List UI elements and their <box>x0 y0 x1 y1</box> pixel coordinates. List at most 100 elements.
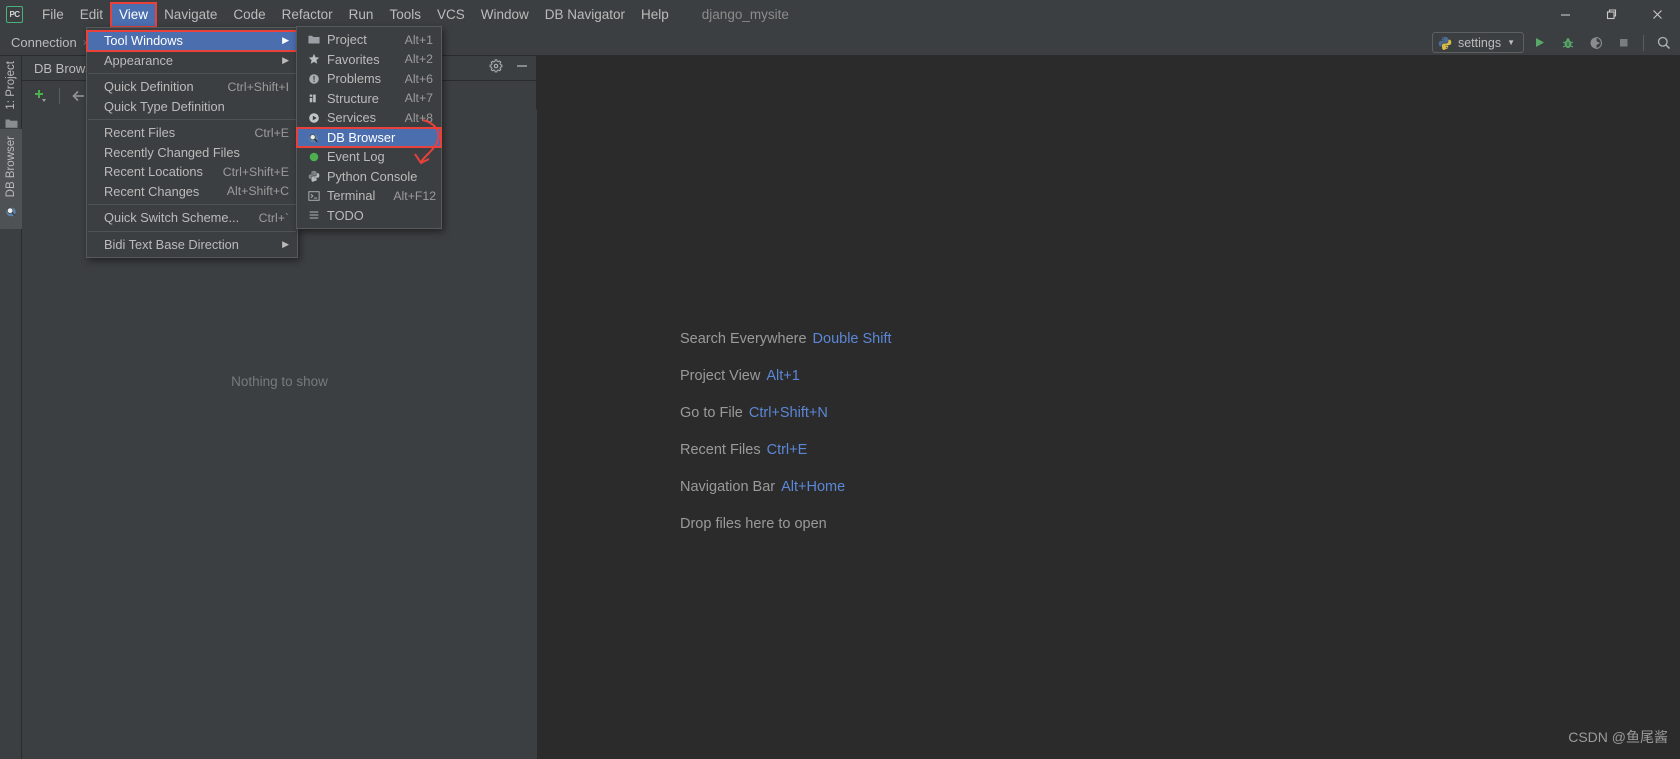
watermark-label: CSDN @鱼尾酱 <box>1568 729 1668 745</box>
settings-gear-icon[interactable] <box>489 59 503 78</box>
services-icon <box>306 111 321 125</box>
menubar-item-code[interactable]: Code <box>225 3 273 27</box>
menu-item-recent-changes[interactable]: Recent Changes Alt+Shift+C <box>87 182 297 202</box>
menubar-item-run[interactable]: Run <box>341 3 382 27</box>
chevron-right-icon: ▶ <box>282 54 289 65</box>
tool-window-item-python-console[interactable]: Python Console <box>297 167 441 187</box>
tool-window-item-structure[interactable]: Structure Alt+7 <box>297 89 441 109</box>
main-toolbar: settings ▼ <box>1431 29 1676 56</box>
menubar-item-edit[interactable]: Edit <box>72 3 111 27</box>
hide-icon[interactable] <box>515 59 529 78</box>
sidebar-item-db-browser[interactable]: DB Browser <box>0 129 22 230</box>
menu-item-tool-windows[interactable]: Tool Windows ▶ <box>86 30 298 52</box>
coverage-button[interactable] <box>1583 31 1608 54</box>
sidebar-item-project[interactable]: 1: Project <box>0 58 22 134</box>
tool-windows-submenu: Project Alt+1 Favorites Alt+2 Problems Alt+6 S… <box>296 26 442 229</box>
tool-window-item-event-log[interactable]: Event Log <box>297 147 441 167</box>
menubar-item-window[interactable]: Window <box>473 3 537 27</box>
empty-state-label: Nothing to show <box>231 374 328 389</box>
menu-item-label: Recent Changes <box>104 183 200 199</box>
tool-window-item-project[interactable]: Project Alt+1 <box>297 30 441 50</box>
menu-item-shortcut: Ctrl+Shift+I <box>227 79 289 94</box>
menubar-item-view[interactable]: View <box>110 1 158 28</box>
title-bar: PC File Edit View Navigate Code Refactor Run To… <box>0 0 1680 29</box>
maximize-icon[interactable] <box>1588 0 1634 29</box>
breadcrumb-item[interactable]: Connection <box>11 35 77 50</box>
menu-item-label: Recent Files <box>104 125 176 141</box>
close-icon[interactable] <box>1634 0 1680 29</box>
tool-window-item-label: DB Browser <box>327 129 396 145</box>
db-browser-icon <box>4 204 18 223</box>
stop-button[interactable] <box>1611 31 1636 54</box>
menubar-item-refactor[interactable]: Refactor <box>274 3 341 27</box>
tool-window-item-label: Favorites <box>327 51 380 67</box>
chevron-right-icon: ▶ <box>282 35 289 46</box>
menubar-item-navigate[interactable]: Navigate <box>156 3 225 27</box>
run-configuration-selector[interactable]: settings ▼ <box>1431 32 1524 53</box>
menu-item-shortcut: Alt+Shift+C <box>226 184 289 199</box>
editor-tip-shortcut: Ctrl+Shift+N <box>748 405 828 421</box>
minimize-icon[interactable] <box>1542 0 1588 29</box>
python-icon <box>1438 36 1452 50</box>
menu-item-recently-changed-files[interactable]: Recently Changed Files <box>87 143 297 163</box>
tool-window-item-label: Terminal <box>327 188 376 204</box>
terminal-icon <box>306 189 321 203</box>
menubar-item-file[interactable]: File <box>34 3 72 27</box>
add-icon[interactable] <box>28 84 53 107</box>
editor-tip-label: Drop files here to open <box>680 516 827 532</box>
tool-window-item-db-browser[interactable]: DB Browser <box>296 126 442 148</box>
tool-window-item-label: Python Console <box>327 168 418 184</box>
editor-tip-shortcut: Alt+Home <box>781 479 846 495</box>
editor-tips-list: Search Everywhere Double Shift Project Vie… <box>680 331 892 532</box>
editor-tip-shortcut: Double Shift <box>812 331 892 347</box>
toolbar-divider <box>1643 34 1644 51</box>
tool-window-item-terminal[interactable]: Terminal Alt+F12 <box>297 186 441 206</box>
window-controls <box>1542 0 1680 29</box>
editor-tip: Project View Alt+1 <box>680 368 892 384</box>
menubar-item-help[interactable]: Help <box>633 3 677 27</box>
menubar-item-vcs[interactable]: VCS <box>429 3 473 27</box>
db-browser-icon <box>306 130 321 144</box>
editor-tip-shortcut: Ctrl+E <box>766 442 808 458</box>
menu-item-label: Tool Windows <box>104 33 183 49</box>
menu-item-label: Bidi Text Base Direction <box>104 236 239 252</box>
tool-window-item-todo[interactable]: TODO <box>297 206 441 226</box>
sidebar-item-label: 1: Project <box>5 61 17 110</box>
debug-button[interactable] <box>1555 31 1580 54</box>
tool-window-item-favorites[interactable]: Favorites Alt+2 <box>297 50 441 70</box>
view-menu-dropdown: Tool Windows ▶ Appearance ▶ Quick Definition… <box>86 27 298 258</box>
editor-tip-label: Project View <box>680 368 761 384</box>
tool-window-header-actions <box>489 56 529 81</box>
tool-window-item-problems[interactable]: Problems Alt+6 <box>297 69 441 89</box>
menu-item-label: Quick Switch Scheme... <box>104 210 240 226</box>
menu-item-quick-definition[interactable]: Quick Definition Ctrl+Shift+I <box>87 77 297 97</box>
toolbar-divider <box>59 87 60 104</box>
menu-separator <box>88 204 296 205</box>
editor-tip-shortcut: Alt+1 <box>766 368 800 384</box>
menu-separator <box>88 73 296 74</box>
pycharm-logo-icon: PC <box>6 6 23 23</box>
tool-window-item-services[interactable]: Services Alt+8 <box>297 108 441 128</box>
tool-window-item-shortcut: Alt+2 <box>404 52 433 67</box>
tool-window-item-label: Project <box>327 32 367 48</box>
structure-icon <box>306 91 321 105</box>
menubar-item-db-navigator[interactable]: DB Navigator <box>537 3 633 27</box>
menubar-item-tools[interactable]: Tools <box>381 3 429 27</box>
tool-window-item-label: TODO <box>327 207 364 223</box>
menu-item-quick-switch-scheme[interactable]: Quick Switch Scheme... Ctrl+` <box>87 208 297 228</box>
tool-window-item-shortcut: Alt+1 <box>404 32 433 47</box>
tool-window-item-label: Event Log <box>327 149 385 165</box>
menu-item-label: Appearance <box>104 52 174 68</box>
menu-item-appearance[interactable]: Appearance ▶ <box>87 51 297 71</box>
menu-item-quick-type-definition[interactable]: Quick Type Definition <box>87 97 297 117</box>
run-config-label: settings <box>1457 35 1502 50</box>
run-button[interactable] <box>1527 31 1552 54</box>
menu-item-recent-locations[interactable]: Recent Locations Ctrl+Shift+E <box>87 162 297 182</box>
event-log-icon <box>306 150 321 164</box>
menu-item-recent-files[interactable]: Recent Files Ctrl+E <box>87 123 297 143</box>
search-button[interactable] <box>1651 31 1676 54</box>
editor-tip: Navigation Bar Alt+Home <box>680 479 892 495</box>
menu-item-bidi-text-base-direction[interactable]: Bidi Text Base Direction ▶ <box>87 235 297 255</box>
tool-window-item-shortcut: Alt+7 <box>404 91 433 106</box>
tool-window-item-shortcut: Alt+6 <box>404 71 433 86</box>
